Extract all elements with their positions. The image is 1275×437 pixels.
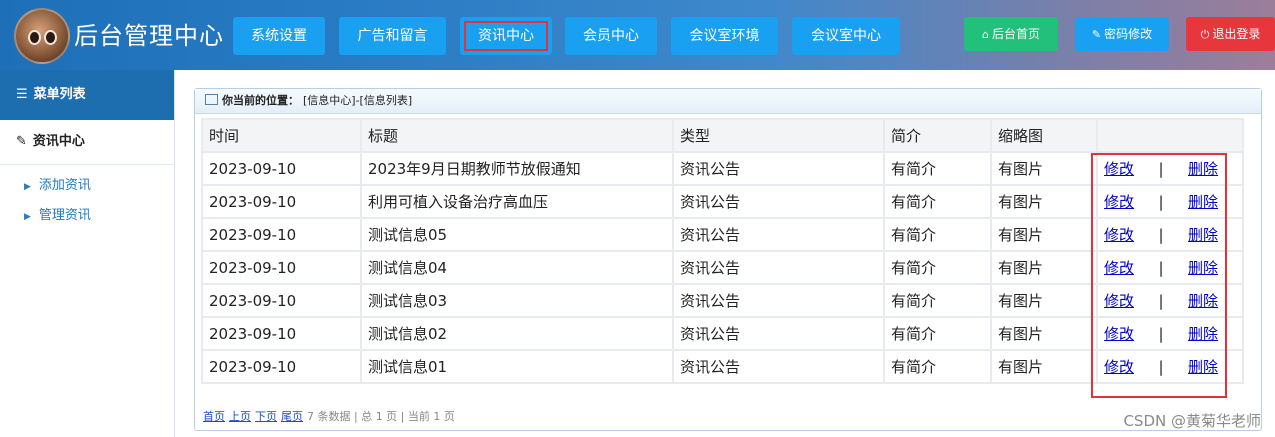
table-header-row: 时间 标题 类型 简介 缩略图	[201, 118, 1244, 153]
cell-title: 测试信息03	[360, 283, 674, 318]
col-summary: 简介	[883, 118, 992, 153]
nav-ads-messages[interactable]: 广告和留言	[339, 17, 446, 55]
cell-title: 测试信息05	[360, 217, 674, 252]
nav-system-settings[interactable]: 系统设置	[233, 17, 325, 55]
col-title: 标题	[360, 118, 674, 153]
cell-time: 2023-09-10	[201, 349, 362, 384]
cell-type: 资讯公告	[672, 151, 885, 186]
list-icon: ☰	[16, 87, 28, 102]
cell-time: 2023-09-10	[201, 151, 362, 186]
app-title: 后台管理中心	[74, 22, 224, 50]
cell-type: 资讯公告	[672, 184, 885, 219]
cell-type: 资讯公告	[672, 250, 885, 285]
cell-thumbnail: 有图片	[990, 349, 1098, 384]
breadcrumb-label: 你当前的位置：	[222, 94, 299, 107]
wrench-icon: ✎	[1091, 28, 1102, 41]
cell-thumbnail: 有图片	[990, 217, 1098, 252]
sidebar-item-manage-news[interactable]: ▶ 管理资讯	[24, 204, 91, 223]
nav-meeting-room-env[interactable]: 会议室环境	[671, 17, 778, 55]
cell-summary: 有简介	[883, 217, 992, 252]
cell-time: 2023-09-10	[201, 184, 362, 219]
breadcrumb-path: [信息中心]-[信息列表]	[303, 94, 413, 107]
cell-type: 资讯公告	[672, 316, 885, 351]
change-password-button[interactable]: ✎ 密码修改	[1075, 17, 1169, 51]
cell-title: 测试信息02	[360, 316, 674, 351]
cell-summary: 有简介	[883, 349, 992, 384]
page-info: 7 条数据 | 总 1 页 | 当前 1 页	[307, 410, 455, 423]
menu-heading: ☰ 菜单列表	[0, 70, 174, 120]
cell-summary: 有简介	[883, 151, 992, 186]
cell-type: 资讯公告	[672, 217, 885, 252]
table-row: 2023-09-10 利用可植入设备治疗高血压 资讯公告 有简介 有图片 修改 | 删除	[201, 184, 1244, 219]
top-header: 后台管理中心 系统设置 广告和留言 资讯中心 会员中心 会议室环境 会议室中心 …	[0, 0, 1275, 70]
caret-right-icon: ▶	[24, 212, 31, 222]
cell-title: 利用可植入设备治疗高血压	[360, 184, 674, 219]
col-type: 类型	[672, 118, 885, 153]
table-row: 2023-09-10 测试信息02 资讯公告 有简介 有图片 修改 | 删除	[201, 316, 1244, 351]
watermark: CSDN @黄菊华老师	[1123, 412, 1261, 430]
edit-icon: ✎	[16, 134, 27, 149]
col-time: 时间	[201, 118, 362, 153]
nav-member-center[interactable]: 会员中心	[565, 17, 657, 55]
actions-highlight-box	[1091, 153, 1227, 398]
cell-thumbnail: 有图片	[990, 184, 1098, 219]
cell-summary: 有简介	[883, 316, 992, 351]
breadcrumb: 你当前的位置： [信息中心]-[信息列表]	[195, 89, 1261, 114]
logout-label: 退出登录	[1212, 27, 1261, 41]
cell-type: 资讯公告	[672, 283, 885, 318]
sidebar-item-add-news[interactable]: ▶ 添加资讯	[24, 174, 91, 193]
cell-time: 2023-09-10	[201, 283, 362, 318]
news-table: 时间 标题 类型 简介 缩略图 2023-09-10 2023年9月日期教师节放假…	[201, 118, 1244, 384]
sidebar-item-label: 管理资讯	[38, 208, 91, 223]
window-icon	[205, 94, 218, 105]
sidebar-section-label: 资讯中心	[32, 134, 85, 149]
cell-time: 2023-09-10	[201, 250, 362, 285]
cell-thumbnail: 有图片	[990, 151, 1098, 186]
caret-right-icon: ▶	[24, 182, 31, 192]
menu-heading-label: 菜单列表	[33, 87, 86, 102]
home-button[interactable]: ⌂ 后台首页	[964, 17, 1058, 51]
home-button-label: 后台首页	[991, 27, 1040, 41]
home-icon: ⌂	[982, 28, 989, 41]
cell-thumbnail: 有图片	[990, 283, 1098, 318]
cell-title: 2023年9月日期教师节放假通知	[360, 151, 674, 186]
cell-summary: 有简介	[883, 184, 992, 219]
table-row: 2023-09-10 测试信息05 资讯公告 有简介 有图片 修改 | 删除	[201, 217, 1244, 252]
nav-meeting-room-center[interactable]: 会议室中心	[792, 17, 900, 55]
change-password-label: 密码修改	[1104, 27, 1153, 41]
cell-title: 测试信息04	[360, 250, 674, 285]
logout-button[interactable]: ⏻ 退出登录	[1186, 17, 1275, 51]
cell-type: 资讯公告	[672, 349, 885, 384]
cell-summary: 有简介	[883, 250, 992, 285]
nav-news-center[interactable]: 资讯中心	[460, 17, 552, 55]
col-thumbnail: 缩略图	[990, 118, 1098, 153]
page-last-link[interactable]: 尾页	[281, 410, 303, 423]
sidebar-section-news[interactable]: ✎ 资讯中心	[0, 120, 174, 165]
cell-time: 2023-09-10	[201, 316, 362, 351]
page-first-link[interactable]: 首页	[203, 410, 225, 423]
table-row: 2023-09-10 测试信息04 资讯公告 有简介 有图片 修改 | 删除	[201, 250, 1244, 285]
cell-title: 测试信息01	[360, 349, 674, 384]
sidebar: ☰ 菜单列表 ✎ 资讯中心 ▶ 添加资讯 ▶ 管理资讯	[0, 70, 175, 437]
cell-summary: 有简介	[883, 283, 992, 318]
col-actions	[1096, 118, 1244, 153]
pagination: 首页 上页 下页 尾页 7 条数据 | 总 1 页 | 当前 1 页	[203, 408, 455, 424]
cell-time: 2023-09-10	[201, 217, 362, 252]
power-icon: ⏻	[1200, 28, 1210, 41]
table-row: 2023-09-10 测试信息03 资讯公告 有简介 有图片 修改 | 删除	[201, 283, 1244, 318]
page-prev-link[interactable]: 上页	[229, 410, 251, 423]
page-next-link[interactable]: 下页	[255, 410, 277, 423]
table-row: 2023-09-10 2023年9月日期教师节放假通知 资讯公告 有简介 有图片 修改 | 删…	[201, 151, 1244, 186]
sidebar-item-label: 添加资讯	[38, 178, 91, 193]
cell-thumbnail: 有图片	[990, 250, 1098, 285]
cell-thumbnail: 有图片	[990, 316, 1098, 351]
avatar-logo	[14, 8, 70, 64]
table-row: 2023-09-10 测试信息01 资讯公告 有简介 有图片 修改 | 删除	[201, 349, 1244, 384]
